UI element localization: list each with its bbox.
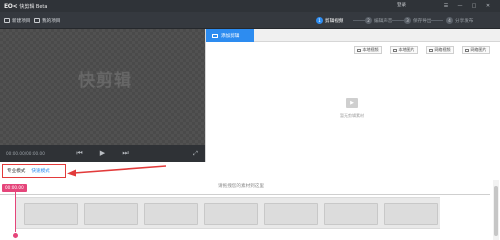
new-project-label: 新建项目 [12,18,31,24]
app-name: 快剪辑 Beta [19,3,48,10]
play-icon[interactable]: ▶ [97,148,108,159]
login-link[interactable]: 登录 [397,2,406,8]
button-label: 本地图片 [398,47,415,52]
material-panel: 添加剪辑 本地视频 本地图片 网络视频 网络图片 ▶ 暂无剪辑素材 [205,29,500,162]
step-export[interactable]: 3 保存导出 [404,16,431,25]
mode-switch: 专业模式 快速模式 [2,164,66,178]
new-project-button[interactable]: 新建项目 [4,16,30,25]
my-projects-button[interactable]: 我的项目 [34,16,60,25]
panel-tabbar: 添加剪辑 [206,29,500,42]
image-icon [393,48,397,52]
arrow-head [67,169,76,177]
step-number: 1 [316,17,323,24]
step-number: 3 [404,17,411,24]
add-local-image-button[interactable]: 本地图片 [390,46,418,54]
preview-watermark: 快剪辑 [78,70,132,91]
annotation-arrow [67,165,166,177]
playhead-handle[interactable] [12,232,19,239]
add-local-video-button[interactable]: 本地视频 [354,46,382,54]
video-preview: 快剪辑 [0,29,205,162]
playhead-time[interactable]: 00:00.00 [2,184,27,192]
step-label: 编辑声音 [374,18,393,24]
clip-slot [324,203,378,225]
drop-hint: 请拖拽您的素材到这里 [218,184,264,189]
clip-slot [384,203,438,225]
folder-icon [34,18,40,23]
next-icon[interactable]: ⏭ [120,148,131,159]
clip-slot [24,203,78,225]
toolbar: 新建项目 我的项目 1 剪辑视频 2 编辑声音 3 保存导出 4 分享发布 [0,12,500,29]
button-label: 本地视频 [362,47,379,52]
app-logo: EO< 快剪辑 Beta [4,2,47,10]
timeline: 请拖拽您的素材到这里 00:00.00 [0,180,500,240]
close-icon[interactable]: ✕ [484,2,492,10]
fullscreen-icon[interactable]: ⤢ [190,148,201,159]
step-number: 2 [365,17,372,24]
step-label: 分享发布 [455,18,474,24]
arrow-shaft [73,165,166,174]
empty-media-icon: ▶ [346,98,358,108]
pro-mode-button[interactable]: 专业模式 [7,168,25,174]
empty-material-text: 暂无剪辑素材 [340,113,364,118]
camera-icon [212,33,218,38]
step-label: 保存导出 [413,18,432,24]
step-connector [392,20,404,21]
timeline-ruler [0,191,490,195]
step-connector [431,20,443,21]
title-bar: EO< 快剪辑 Beta 登录 ☰ — □ ✕ [0,0,500,12]
timecode: 00:00.00/00:00.00 [6,151,45,156]
add-web-video-button[interactable]: 网络视频 [426,46,454,54]
step-edit-audio[interactable]: 2 编辑声音 [365,16,392,25]
minimize-icon[interactable]: — [456,2,464,10]
logo-mark: EO< [4,2,18,10]
step-label: 剪辑视频 [325,18,344,24]
image-icon [465,48,469,52]
clip-track[interactable] [16,197,440,229]
my-projects-label: 我的项目 [42,18,61,24]
button-label: 网络图片 [470,47,487,52]
video-icon [429,48,433,52]
maximize-icon[interactable]: □ [470,2,478,10]
clip-slot [264,203,318,225]
clip-slot [144,203,198,225]
previous-icon[interactable]: ⏮ [74,148,85,159]
player-controls: 00:00.00/00:00.00 ⏮ ▶ ⏭ ⤢ [0,145,205,162]
clip-slot [204,203,258,225]
video-icon [357,48,361,52]
tab-add-clip-label: 添加剪辑 [221,33,240,39]
new-project-icon [4,18,10,23]
step-share[interactable]: 4 分享发布 [446,16,473,25]
step-number: 4 [446,17,453,24]
step-connector [353,20,365,21]
menu-icon[interactable]: ☰ [442,2,450,10]
fast-mode-button[interactable]: 快速模式 [31,168,49,174]
step-edit-video[interactable]: 1 剪辑视频 [316,16,343,25]
clip-slot [84,203,138,225]
vertical-scrollbar[interactable] [493,180,499,240]
add-web-image-button[interactable]: 网络图片 [462,46,490,54]
button-label: 网络视频 [434,47,451,52]
tab-add-clip[interactable]: 添加剪辑 [206,29,254,42]
